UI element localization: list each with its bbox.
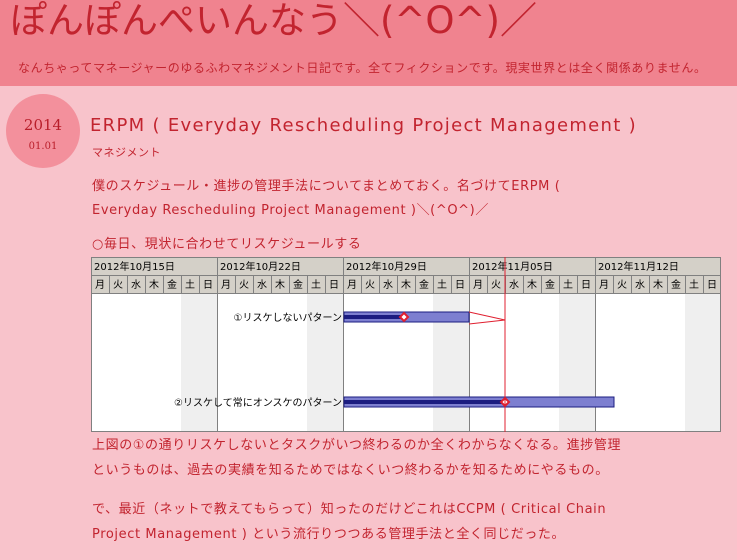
weekday-label: 日 [707,280,717,291]
weekday-label: 月 [347,279,357,291]
weekday-label: 金 [167,278,177,291]
blog-description: なんちゃってマネージャーのゆるふわマネジメント日記です。全てフィクションです。現… [18,61,707,75]
weekday-label: 水 [509,279,519,291]
weekday-label: 水 [383,279,393,291]
bar-1-progress [344,315,404,319]
weekday-label: 月 [95,279,105,291]
post-title[interactable]: ERPM ( Everyday Rescheduling Project Man… [90,115,637,136]
weekday-label: 日 [203,280,213,291]
weekday-label: 土 [185,278,195,291]
weekday-label: 金 [293,278,303,291]
post-date-year: 2014 [23,116,63,134]
weekday-label: 火 [239,279,249,291]
bar-2-progress [344,400,505,404]
week-label: 2012年11月05日 [472,260,553,273]
gantt-bar-1[interactable]: ①リスケしないパターン [234,311,506,325]
weekday-label: 土 [437,278,447,291]
body-line-3: で、最近（ネットで教えてもらって）知ったのだけどこれはCCPM ( Critic… [92,502,607,517]
gantt-bar-2[interactable]: ②リスケして常にオンスケのパターン [174,396,615,409]
post-category[interactable]: マネジメント [92,144,161,160]
weekend-shade [181,293,217,432]
weekday-label: 木 [275,279,285,291]
post-date-badge: 2014 01.01 [6,94,80,168]
weekday-label: 金 [419,278,429,291]
week-label: 2012年10月29日 [346,260,427,273]
bar-1-label: ①リスケしないパターン [234,312,342,324]
weekday-label: 日 [455,280,465,291]
intro-line-2: Everyday Rescheduling Project Management… [92,203,489,218]
section-heading: ○毎日、現状に合わせてリスケジュールする [92,237,362,252]
weekday-label: 火 [113,279,123,291]
weekday-label: 木 [653,279,663,291]
weekday-label: 水 [257,279,267,291]
weekday-label: 金 [671,278,681,291]
weekday-label: 月 [599,279,609,291]
weekday-label: 火 [365,279,375,291]
weekday-label: 木 [149,279,159,291]
weekday-label: 日 [581,280,591,291]
weekday-label: 水 [635,279,645,291]
week-label: 2012年10月15日 [94,260,175,273]
weekday-label: 火 [617,279,627,291]
weekday-label: 金 [545,278,555,291]
blog-title[interactable]: ぽんぽんぺいんなう＼(^O^)／ [10,0,537,46]
weekday-label: 水 [131,279,141,291]
gantt-chart: 2012年10月15日 2012年10月22日 2012年10月29日 2012年11… [91,257,721,432]
gantt-day-labels: 月火水木金土日月火水木金土日月火水木金土日月火水木金土日月火水木金土日 [95,278,717,291]
weekday-label: 月 [473,279,483,291]
week-label: 2012年11月12日 [598,260,679,273]
weekend-shade [559,293,595,432]
body-line-4: Project Management ) という流行りつつある管理手法と全く同じ… [92,527,566,542]
body-line-2: というものは、過去の実績を知るためではなくいつ終わるかを知るためにやるもの。 [92,463,609,478]
weekday-label: 土 [311,278,321,291]
weekday-label: 土 [689,278,699,291]
weekday-label: 土 [563,278,573,291]
weekday-label: 火 [491,279,501,291]
post-date-month-day: 01.01 [28,141,58,152]
bar-2-label: ②リスケして常にオンスケのパターン [174,396,342,409]
weekday-label: 日 [329,280,339,291]
body-line-1: 上図の①の通りリスケしないとタスクがいつ終わるのか全くわからなくなる。進捗管理 [92,438,622,453]
weekday-label: 木 [401,279,411,291]
week-label: 2012年10月22日 [220,260,301,273]
intro-line-1: 僕のスケジュール・進捗の管理手法についてまとめておく。名づけてERPM ( [92,179,561,194]
weekday-label: 月 [221,279,231,291]
weekday-label: 木 [527,279,537,291]
weekend-shade [685,293,721,432]
blog-header: ぽんぽんぺいんなう＼(^O^)／ なんちゃってマネージャーのゆるふわマネジメント… [0,0,737,86]
